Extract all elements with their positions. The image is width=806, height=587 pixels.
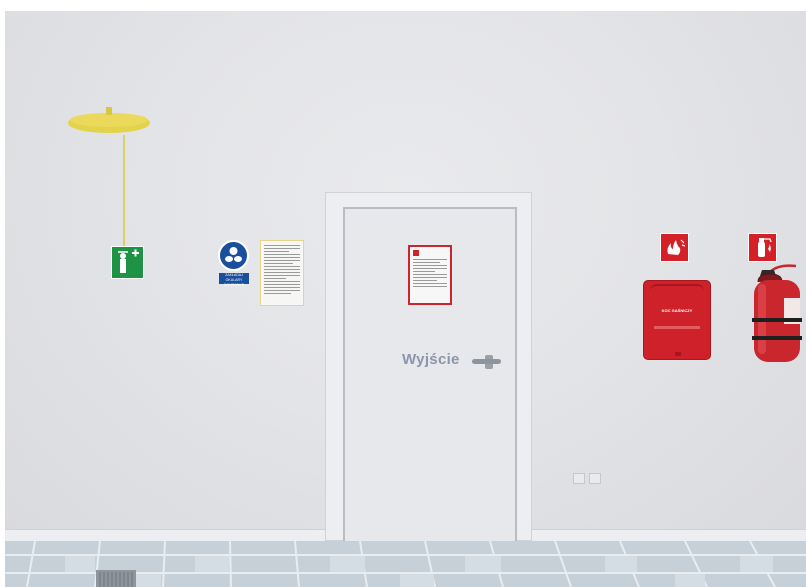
lab-scene: ZAKŁADAJ OKULARY OCHRONNE Wyjście KOC GA… <box>0 0 806 587</box>
emergency-shower[interactable] <box>66 105 152 255</box>
fire-extinguisher-sign <box>748 233 777 262</box>
fire-blanket-case[interactable] <box>643 280 711 360</box>
eye-shower-icon <box>118 249 139 273</box>
fire-alarm-sign <box>660 233 689 262</box>
door-handle[interactable] <box>472 359 501 364</box>
eyewash-sign <box>111 246 144 279</box>
extinguisher-sign-icon <box>758 238 772 257</box>
fire-blanket-label: KOC GAŚNICZY <box>661 308 693 313</box>
fire-extinguisher[interactable] <box>748 262 804 366</box>
safety-notice-poster <box>260 240 304 306</box>
door-notice <box>408 245 452 305</box>
safety-goggles-icon <box>225 247 242 262</box>
fire-alarm-icon <box>667 239 686 255</box>
exit-door-label: Wyjście <box>402 351 460 368</box>
warning-square <box>413 250 419 256</box>
mandatory-sign-caption: ZAKŁADAJ OKULARY OCHRONNE <box>223 273 245 287</box>
floor-drain <box>96 570 136 587</box>
wall-outlet-right <box>589 473 601 484</box>
goggles-mandatory-sign <box>218 240 249 271</box>
wall-outlet-left <box>573 473 585 484</box>
